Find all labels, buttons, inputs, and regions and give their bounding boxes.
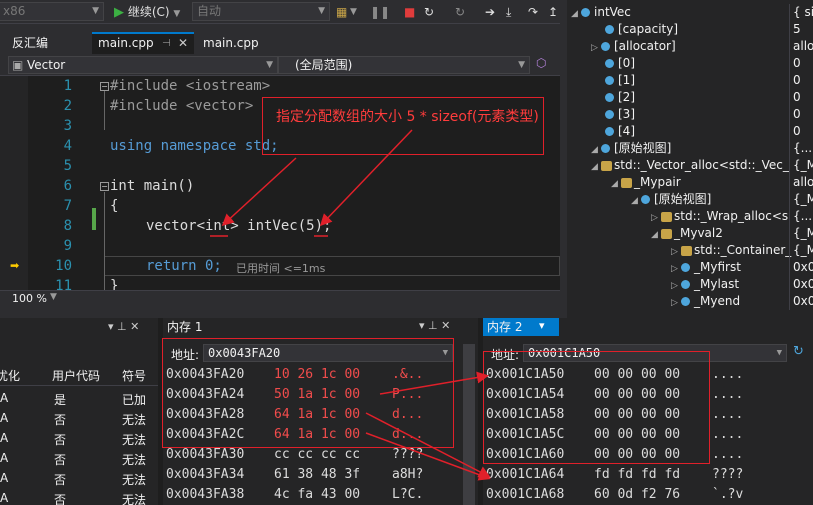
arrow [365, 432, 491, 481]
arrow [221, 157, 297, 227]
arrow [319, 129, 413, 227]
arrow [365, 412, 491, 478]
annotation-arrows [210, 129, 491, 481]
arrow [379, 371, 489, 395]
